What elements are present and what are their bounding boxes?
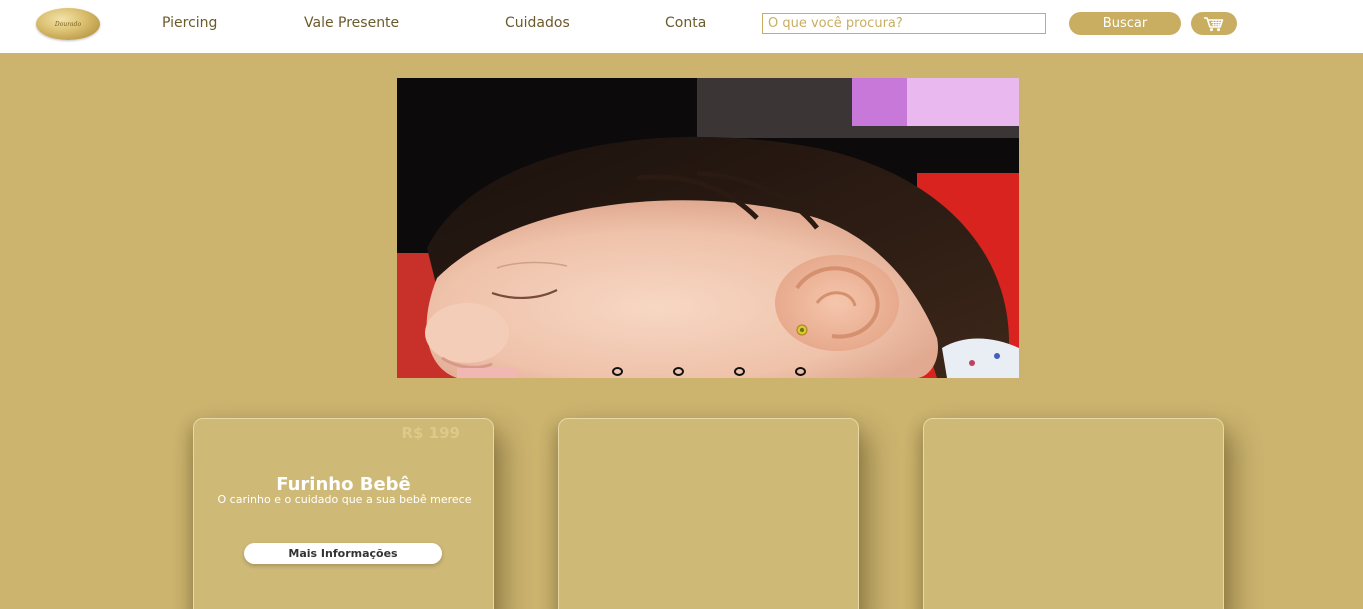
search-button[interactable]: Buscar — [1069, 12, 1181, 35]
carousel-indicators — [397, 366, 1019, 378]
product-description: O carinho e o cuidado que a sua bebê mer… — [217, 493, 472, 506]
shopping-cart-icon — [1203, 16, 1225, 32]
carousel-dot[interactable] — [734, 367, 745, 376]
product-card: R$ 199 Furinho Bebê O carinho e o cuidad… — [193, 418, 494, 609]
nav-link-cuidados[interactable]: Cuidados — [505, 15, 570, 31]
site-header: Dourado Piercing Vale Presente Cuidados … — [0, 0, 1363, 53]
product-price: R$ 199 — [401, 424, 460, 442]
product-title: Furinho Bebê — [276, 474, 411, 495]
nav-link-piercing[interactable]: Piercing — [162, 15, 217, 31]
more-info-button[interactable]: Mais Informações — [244, 543, 442, 564]
carousel-dot[interactable] — [673, 367, 684, 376]
nav-link-vale-presente[interactable]: Vale Presente — [304, 15, 399, 31]
logo-text: Dourado — [54, 20, 82, 28]
cart-button[interactable] — [1191, 12, 1237, 35]
carousel-slide-image — [397, 78, 1019, 378]
carousel-dot[interactable] — [795, 367, 806, 376]
hero-carousel[interactable] — [397, 78, 1019, 378]
nav-link-conta[interactable]: Conta — [665, 15, 706, 31]
search-input[interactable] — [762, 13, 1046, 34]
brand-logo[interactable]: Dourado — [36, 8, 100, 40]
product-card — [558, 418, 859, 609]
carousel-dot[interactable] — [612, 367, 623, 376]
product-card — [923, 418, 1224, 609]
